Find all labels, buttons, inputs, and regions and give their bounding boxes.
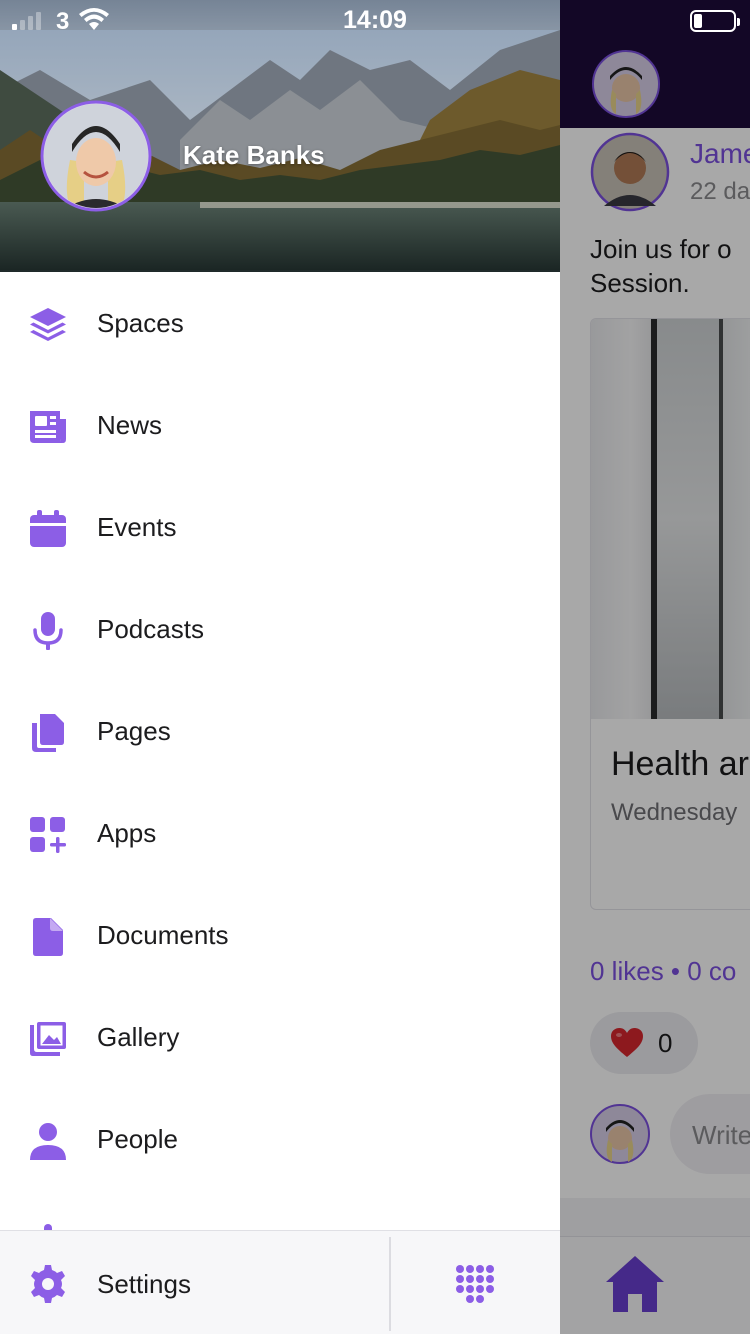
menu-item-label: Spaces (97, 308, 184, 338)
newspaper-icon (30, 411, 66, 443)
settings-button[interactable]: Settings (0, 1231, 390, 1334)
battery-icon (690, 10, 740, 32)
pages-icon (32, 714, 64, 752)
person-icon (30, 1123, 66, 1160)
profile-name[interactable]: Kate Banks (183, 140, 325, 171)
menu-item-label: People (97, 1124, 178, 1154)
menu-item-gallery[interactable]: Gallery (0, 986, 560, 1088)
menu-item-label: Gallery (97, 1022, 180, 1052)
menu-item-apps[interactable]: Apps (0, 782, 560, 884)
profile-avatar[interactable] (40, 100, 152, 212)
menu-item-label: Podcasts (97, 614, 204, 644)
settings-label: Settings (97, 1269, 191, 1299)
gallery-icon (30, 1022, 66, 1056)
dots-grid-icon (456, 1265, 494, 1303)
gear-icon (31, 1265, 65, 1303)
menu-item-label: Documents (97, 920, 229, 950)
document-icon (33, 918, 63, 956)
layers-icon (30, 308, 66, 341)
drawer-menu: Spaces News Events Podcasts Pages Apps D… (0, 272, 560, 1190)
menu-item-news[interactable]: News (0, 374, 560, 476)
menu-item-label: Events (97, 512, 177, 542)
status-time: 14:09 (343, 6, 407, 34)
menu-item-people[interactable]: People (0, 1088, 560, 1190)
apps-grid-button[interactable] (391, 1231, 560, 1334)
calendar-icon (30, 510, 66, 547)
menu-item-podcasts[interactable]: Podcasts (0, 578, 560, 680)
menu-item-label: Apps (97, 818, 157, 848)
menu-item-documents[interactable]: Documents (0, 884, 560, 986)
status-bar: 3 14:09 (0, 0, 750, 40)
drawer-header: Kate Banks (0, 0, 560, 272)
menu-item-label: Pages (97, 716, 171, 746)
menu-item-spaces[interactable]: Spaces (0, 272, 560, 374)
drawer-footer: Settings (0, 1230, 560, 1334)
menu-item-events[interactable]: Events (0, 476, 560, 578)
menu-item-pages[interactable]: Pages (0, 680, 560, 782)
microphone-icon (33, 612, 63, 650)
apps-add-icon (30, 817, 66, 853)
menu-item-label: News (97, 410, 163, 440)
navigation-drawer: Kate Banks Spaces News Events Podcasts P… (0, 0, 560, 1334)
